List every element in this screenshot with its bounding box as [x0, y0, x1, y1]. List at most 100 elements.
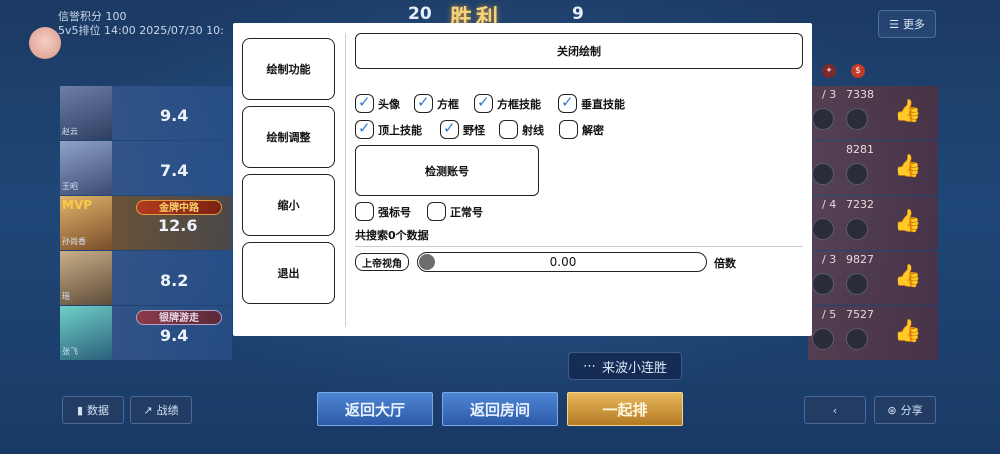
item-icon: [812, 218, 834, 240]
exit-button[interactable]: 退出: [242, 242, 335, 304]
checkbox-label: 野怪: [463, 123, 485, 137]
gold-medal-badge: 金牌中路: [136, 200, 222, 215]
ray-line-checkbox[interactable]: 射线: [499, 120, 544, 139]
return-room-button[interactable]: 返回房间: [442, 392, 558, 426]
search-result-count: 共搜索0个数据: [355, 229, 429, 242]
player-row[interactable]: 8281 👍: [808, 141, 938, 195]
back-button[interactable]: ‹: [804, 396, 866, 424]
player-kda: / 5: [822, 308, 837, 321]
checkbox[interactable]: [355, 93, 374, 113]
right-team-list: / 3 7338 👍 8281 👍 / 4 7232 👍 / 3 9827 👍 …: [808, 86, 938, 361]
streak-banner[interactable]: ⋯ 来波小连胜: [568, 352, 682, 380]
box-checkbox[interactable]: 方框: [414, 93, 459, 113]
player-row[interactable]: 赵云 9.4: [60, 86, 232, 140]
player-row[interactable]: MVP 孙尚香 金牌中路 12.6: [60, 196, 232, 250]
share-label: 分享: [900, 404, 923, 417]
normal-account-checkbox[interactable]: 正常号: [427, 202, 483, 221]
thumbs-up-icon[interactable]: 👍: [894, 98, 921, 126]
player-row[interactable]: 王昭 7.4: [60, 141, 232, 195]
multiplier-slider[interactable]: 0.00: [417, 252, 707, 272]
more-dots-icon: ⋯: [582, 358, 596, 374]
divider: [345, 33, 346, 327]
match-info: 信誉积分 100 5v5排位 14:00 2025/07/30 10:: [58, 10, 224, 38]
player-row[interactable]: / 3 7338 👍: [808, 86, 938, 140]
checkbox-label: 头像: [378, 97, 400, 111]
credit-score: 信誉积分 100: [58, 10, 127, 23]
more-button[interactable]: ☰ 更多: [878, 10, 936, 38]
bar-chart-icon: ▮: [76, 403, 84, 417]
user-avatar[interactable]: [29, 27, 61, 59]
checkbox-label: 解密: [582, 123, 604, 137]
checkbox[interactable]: [559, 120, 578, 139]
checkbox[interactable]: [474, 93, 493, 113]
player-score: 9.4: [160, 106, 189, 125]
item-icon: [846, 163, 868, 185]
player-row[interactable]: 瑶 8.2: [60, 251, 232, 305]
player-row[interactable]: 张飞 银牌游走 9.4: [60, 306, 232, 360]
thumbs-up-icon[interactable]: 👍: [894, 153, 921, 181]
item-icon: [812, 328, 834, 350]
draw-adjust-button[interactable]: 绘制调整: [242, 106, 335, 168]
checkbox[interactable]: [427, 202, 446, 221]
checkbox[interactable]: [355, 119, 374, 139]
player-name: 张飞: [62, 347, 78, 356]
data-button[interactable]: ▮ 数据: [62, 396, 124, 424]
left-team-score: 20: [408, 4, 432, 24]
checkbox-label: 方框技能: [497, 97, 541, 111]
draw-function-button[interactable]: 绘制功能: [242, 38, 335, 100]
player-row[interactable]: / 4 7232 👍: [808, 196, 938, 250]
god-view-button[interactable]: 上帝视角: [355, 253, 409, 271]
item-icon: [846, 218, 868, 240]
thumbs-up-icon[interactable]: 👍: [894, 318, 921, 346]
right-team-score: 9: [572, 4, 584, 24]
return-lobby-button[interactable]: 返回大厅: [317, 392, 433, 426]
strong-flag-checkbox[interactable]: 强标号: [355, 202, 411, 221]
player-name: 孙尚香: [62, 237, 86, 246]
checkbox-label: 正常号: [450, 205, 483, 219]
checkbox-label: 射线: [522, 123, 544, 137]
checkbox[interactable]: [414, 93, 433, 113]
close-draw-button[interactable]: 关闭绘制: [355, 33, 803, 69]
checkbox-label: 顶上技能: [378, 123, 422, 137]
player-row[interactable]: / 3 9827 👍: [808, 251, 938, 305]
decrypt-checkbox[interactable]: 解密: [559, 120, 604, 139]
minimize-button[interactable]: 缩小: [242, 174, 335, 236]
jungle-monster-checkbox[interactable]: 野怪: [440, 119, 485, 139]
player-score: 8.2: [160, 271, 189, 290]
checkbox-label: 方框: [437, 97, 459, 111]
player-name: 瑶: [62, 292, 70, 301]
battle-record-button[interactable]: ↗ 战绩: [130, 396, 192, 424]
share-button[interactable]: ⊛ 分享: [874, 396, 936, 424]
trend-icon: ↗: [143, 403, 153, 417]
checkbox[interactable]: [355, 202, 374, 221]
checkbox-label: 垂直技能: [581, 97, 625, 111]
divider: [355, 246, 803, 247]
checkbox[interactable]: [558, 93, 577, 113]
top-skill-checkbox[interactable]: 顶上技能: [355, 119, 422, 139]
match-mode-time: 5v5排位 14:00 2025/07/30 10:: [58, 24, 224, 37]
player-score: 7.4: [160, 161, 189, 180]
player-gold: 7527: [846, 308, 874, 321]
player-kda: / 4: [822, 198, 837, 211]
player-score: 12.6: [158, 216, 198, 235]
checkbox[interactable]: [440, 119, 459, 139]
more-label: 更多: [902, 18, 925, 31]
avatar-checkbox[interactable]: 头像: [355, 93, 400, 113]
player-name: 赵云: [62, 127, 78, 136]
list-icon: ☰: [889, 17, 899, 31]
thumbs-up-icon[interactable]: 👍: [894, 263, 921, 291]
thumbs-up-icon[interactable]: 👍: [894, 208, 921, 236]
box-skill-checkbox[interactable]: 方框技能: [474, 93, 541, 113]
detect-account-button[interactable]: 检测账号: [355, 145, 539, 196]
player-gold: 9827: [846, 253, 874, 266]
player-row[interactable]: / 5 7527 👍: [808, 306, 938, 360]
checkbox-label: 强标号: [378, 205, 411, 219]
slider-knob[interactable]: [419, 254, 435, 270]
vertical-skill-checkbox[interactable]: 垂直技能: [558, 93, 625, 113]
mvp-badge: MVP: [62, 198, 93, 212]
draw-settings-dialog: 绘制功能 绘制调整 缩小 退出 关闭绘制 头像 方框 方框技能 垂直技能 顶上技…: [233, 23, 812, 336]
queue-together-button[interactable]: 一起排: [567, 392, 683, 426]
slider-value: 0.00: [549, 255, 577, 269]
checkbox[interactable]: [499, 120, 518, 139]
item-icon: [846, 328, 868, 350]
